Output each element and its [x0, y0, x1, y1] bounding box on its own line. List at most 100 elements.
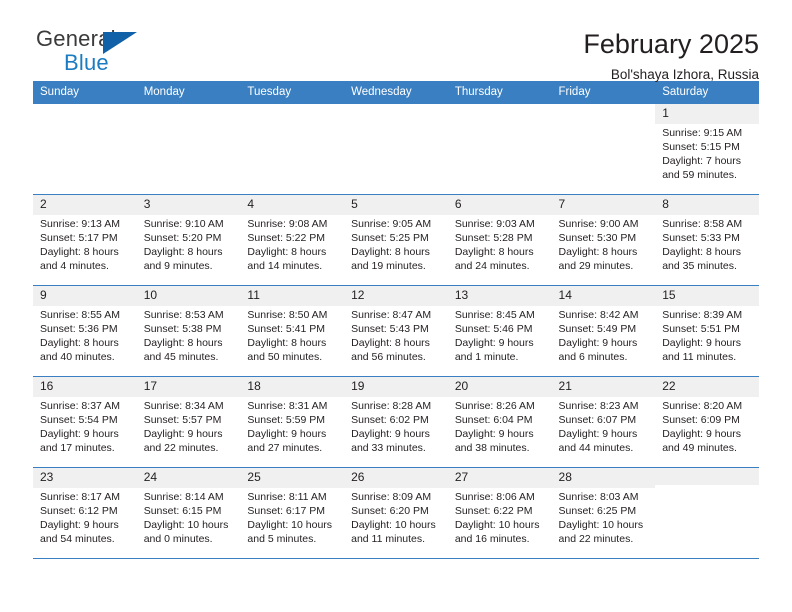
day-info: Sunrise: 9:10 AM Sunset: 5:20 PM Dayligh… [137, 215, 241, 274]
daylight-text-line1: Daylight: 8 hours [558, 245, 638, 258]
daylight-text-line1: Daylight: 8 hours [247, 336, 327, 349]
day-cell[interactable]: 11 Sunrise: 8:50 AM Sunset: 5:41 PM Dayl… [240, 285, 345, 377]
day-cell[interactable]: 5 Sunrise: 9:05 AM Sunset: 5:25 PM Dayli… [344, 194, 448, 286]
weekday-header-sunday: Sunday [33, 81, 137, 104]
day-cell[interactable]: 16 Sunrise: 8:37 AM Sunset: 5:54 PM Dayl… [33, 376, 137, 468]
day-cell[interactable]: 27 Sunrise: 8:06 AM Sunset: 6:22 PM Dayl… [447, 467, 552, 559]
day-cell[interactable]: 22 Sunrise: 8:20 AM Sunset: 6:09 PM Dayl… [655, 376, 759, 468]
day-cell[interactable]: 4 Sunrise: 9:08 AM Sunset: 5:22 PM Dayli… [240, 194, 345, 286]
sunrise-text: Sunrise: 8:06 AM [454, 490, 535, 503]
day-cell[interactable]: 18 Sunrise: 8:31 AM Sunset: 5:59 PM Dayl… [240, 376, 345, 468]
daylight-text-line2: and 35 minutes. [662, 259, 737, 272]
brand-logo[interactable]: General Blue [33, 28, 166, 80]
day-number: 19 [344, 377, 448, 397]
day-cell[interactable]: 9 Sunrise: 8:55 AM Sunset: 5:36 PM Dayli… [33, 285, 137, 377]
day-info: Sunrise: 8:50 AM Sunset: 5:41 PM Dayligh… [240, 306, 344, 365]
day-info: Sunrise: 8:11 AM Sunset: 6:17 PM Dayligh… [240, 488, 344, 547]
daylight-text-line1: Daylight: 8 hours [40, 336, 119, 349]
day-number [240, 104, 344, 121]
day-info: Sunrise: 8:37 AM Sunset: 5:54 PM Dayligh… [33, 397, 137, 456]
day-cell[interactable]: 12 Sunrise: 8:47 AM Sunset: 5:43 PM Dayl… [344, 285, 448, 377]
day-cell[interactable]: 13 Sunrise: 8:45 AM Sunset: 5:46 PM Dayl… [447, 285, 552, 377]
day-cell[interactable]: 10 Sunrise: 8:53 AM Sunset: 5:38 PM Dayl… [136, 285, 241, 377]
weekday-header-thursday: Thursday [447, 81, 552, 104]
day-number: 21 [551, 377, 656, 397]
sunset-text: Sunset: 5:25 PM [351, 231, 429, 244]
day-cell[interactable] [240, 104, 345, 195]
daylight-text-line1: Daylight: 10 hours [454, 518, 540, 531]
sunrise-text: Sunrise: 9:05 AM [351, 217, 432, 230]
daylight-text-line2: and 44 minutes. [558, 441, 634, 454]
day-number: 2 [33, 195, 137, 215]
day-cell[interactable]: 14 Sunrise: 8:42 AM Sunset: 5:49 PM Dayl… [551, 285, 656, 377]
day-cell[interactable]: 28 Sunrise: 8:03 AM Sunset: 6:25 PM Dayl… [551, 467, 656, 559]
sunrise-text: Sunrise: 8:31 AM [247, 399, 328, 412]
sunset-text: Sunset: 5:51 PM [662, 322, 740, 335]
day-cell-inner [655, 468, 759, 558]
sunrise-text: Sunrise: 8:28 AM [351, 399, 432, 412]
daylight-text-line2: and 16 minutes. [454, 532, 530, 545]
day-cell[interactable]: 3 Sunrise: 9:10 AM Sunset: 5:20 PM Dayli… [136, 194, 241, 286]
day-cell[interactable]: 25 Sunrise: 8:11 AM Sunset: 6:17 PM Dayl… [240, 467, 345, 559]
day-info: Sunrise: 8:26 AM Sunset: 6:04 PM Dayligh… [448, 397, 552, 456]
day-cell[interactable] [344, 104, 448, 195]
daylight-text-line1: Daylight: 10 hours [143, 518, 229, 531]
daylight-text-line1: Daylight: 9 hours [143, 427, 223, 440]
week-row: 23 Sunrise: 8:17 AM Sunset: 6:12 PM Dayl… [33, 467, 759, 559]
page-header: General Blue February 2025 Bol'shaya Izh… [33, 0, 759, 83]
sunset-text: Sunset: 5:17 PM [40, 231, 118, 244]
day-cell[interactable]: 24 Sunrise: 8:14 AM Sunset: 6:15 PM Dayl… [136, 467, 241, 559]
day-cell[interactable] [136, 104, 241, 195]
weekday-header-friday: Friday [551, 81, 656, 104]
day-info: Sunrise: 8:14 AM Sunset: 6:15 PM Dayligh… [137, 488, 241, 547]
day-info: Sunrise: 8:20 AM Sunset: 6:09 PM Dayligh… [655, 397, 759, 456]
sunset-text: Sunset: 6:07 PM [558, 413, 637, 426]
daylight-text-line2: and 14 minutes. [247, 259, 323, 272]
title-block: February 2025 Bol'shaya Izhora, Russia [583, 28, 759, 83]
day-info: Sunrise: 9:13 AM Sunset: 5:17 PM Dayligh… [33, 215, 137, 274]
day-info: Sunrise: 8:17 AM Sunset: 6:12 PM Dayligh… [33, 488, 137, 547]
day-cell[interactable]: 20 Sunrise: 8:26 AM Sunset: 6:04 PM Dayl… [447, 376, 552, 468]
day-cell[interactable]: 6 Sunrise: 9:03 AM Sunset: 5:28 PM Dayli… [447, 194, 552, 286]
daylight-text-line2: and 22 minutes. [143, 441, 219, 454]
daylight-text-line2: and 50 minutes. [247, 350, 323, 363]
day-cell[interactable] [447, 104, 552, 195]
brand-name-top: General [36, 26, 116, 51]
day-cell[interactable]: 2 Sunrise: 9:13 AM Sunset: 5:17 PM Dayli… [33, 194, 137, 286]
daylight-text-line2: and 45 minutes. [143, 350, 219, 363]
day-cell-inner: 15 Sunrise: 8:39 AM Sunset: 5:51 PM Dayl… [655, 286, 759, 376]
day-cell[interactable]: 7 Sunrise: 9:00 AM Sunset: 5:30 PM Dayli… [551, 194, 656, 286]
day-number [344, 104, 448, 121]
day-cell[interactable] [551, 104, 656, 195]
weekday-header-monday: Monday [136, 81, 241, 104]
day-cell[interactable]: 19 Sunrise: 8:28 AM Sunset: 6:02 PM Dayl… [344, 376, 448, 468]
day-cell-inner: 18 Sunrise: 8:31 AM Sunset: 5:59 PM Dayl… [240, 377, 345, 467]
day-cell-inner: 20 Sunrise: 8:26 AM Sunset: 6:04 PM Dayl… [447, 377, 552, 467]
day-cell[interactable]: 17 Sunrise: 8:34 AM Sunset: 5:57 PM Dayl… [136, 376, 241, 468]
sunset-text: Sunset: 6:20 PM [351, 504, 429, 517]
sunrise-text: Sunrise: 8:34 AM [143, 399, 224, 412]
day-cell-inner: 25 Sunrise: 8:11 AM Sunset: 6:17 PM Dayl… [240, 468, 345, 558]
day-number: 23 [33, 468, 137, 488]
day-number: 3 [136, 195, 241, 215]
day-cell[interactable]: 8 Sunrise: 8:58 AM Sunset: 5:33 PM Dayli… [655, 194, 759, 286]
sunrise-text: Sunrise: 8:11 AM [247, 490, 327, 503]
day-cell-inner: 2 Sunrise: 9:13 AM Sunset: 5:17 PM Dayli… [33, 195, 137, 285]
day-cell[interactable]: 15 Sunrise: 8:39 AM Sunset: 5:51 PM Dayl… [655, 285, 759, 377]
sunset-text: Sunset: 6:02 PM [351, 413, 429, 426]
day-cell[interactable]: 1 Sunrise: 9:15 AM Sunset: 5:15 PM Dayli… [655, 104, 759, 195]
day-cell[interactable] [33, 104, 137, 195]
day-cell-inner: 22 Sunrise: 8:20 AM Sunset: 6:09 PM Dayl… [655, 377, 759, 467]
weekday-header-tuesday: Tuesday [240, 81, 345, 104]
day-cell-inner: 23 Sunrise: 8:17 AM Sunset: 6:12 PM Dayl… [33, 468, 137, 558]
day-cell-inner: 8 Sunrise: 8:58 AM Sunset: 5:33 PM Dayli… [655, 195, 759, 285]
week-row: 1 Sunrise: 9:15 AM Sunset: 5:15 PM Dayli… [33, 104, 759, 195]
daylight-text-line1: Daylight: 7 hours [662, 154, 742, 167]
day-number: 13 [447, 286, 552, 306]
calendar-body: 1 Sunrise: 9:15 AM Sunset: 5:15 PM Dayli… [33, 104, 759, 559]
day-cell[interactable]: 21 Sunrise: 8:23 AM Sunset: 6:07 PM Dayl… [551, 376, 656, 468]
day-cell[interactable]: 26 Sunrise: 8:09 AM Sunset: 6:20 PM Dayl… [344, 467, 448, 559]
day-cell[interactable]: 23 Sunrise: 8:17 AM Sunset: 6:12 PM Dayl… [33, 467, 137, 559]
day-cell[interactable] [655, 467, 759, 559]
daylight-text-line2: and 11 minutes. [662, 350, 737, 363]
